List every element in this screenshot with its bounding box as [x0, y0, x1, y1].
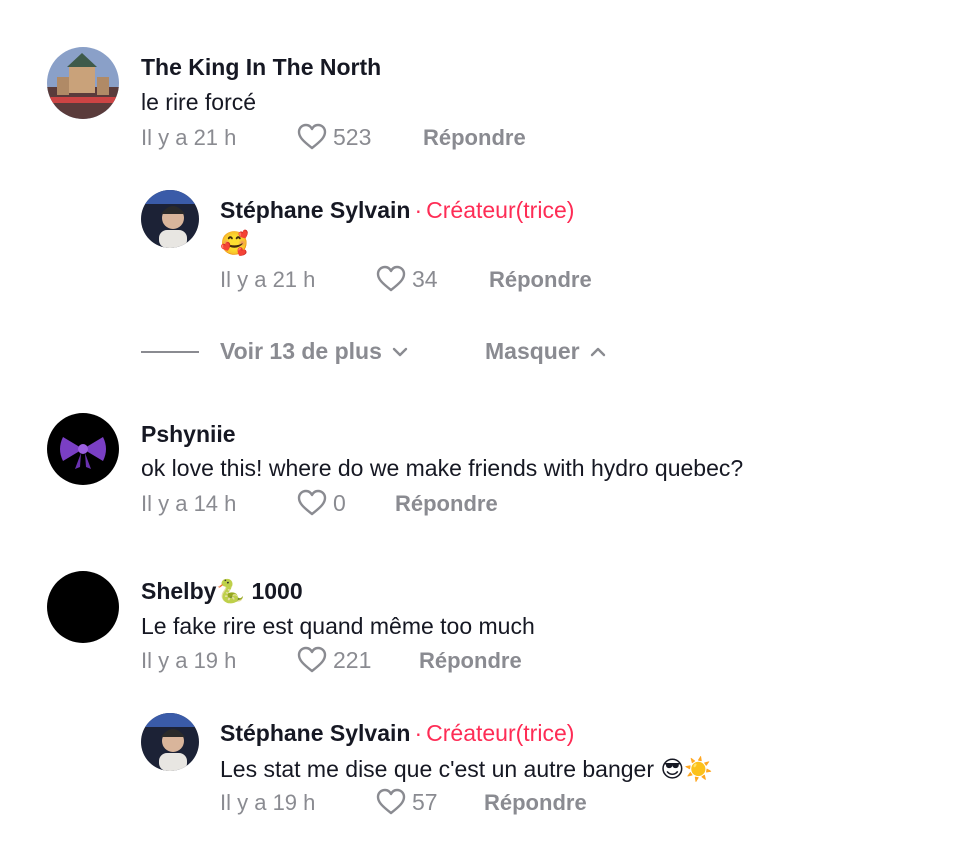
like-button[interactable]: 0	[297, 489, 346, 517]
hide-replies-button[interactable]: Masquer	[485, 338, 606, 365]
reply-button[interactable]: Répondre	[419, 648, 522, 674]
creator-badge: Créateur(trice)	[426, 720, 575, 746]
like-button[interactable]: 523	[297, 123, 371, 151]
avatar[interactable]	[47, 413, 119, 485]
thread-divider	[141, 351, 199, 353]
separator-dot: ·	[414, 720, 423, 746]
like-count: 221	[333, 646, 372, 673]
comment-username[interactable]: Stéphane Sylvain · Créateur(trice)	[220, 197, 574, 224]
comment-time: Il y a 21 h	[141, 125, 237, 150]
comment-username[interactable]: The King In The North	[141, 54, 381, 81]
heart-icon	[376, 788, 406, 815]
hide-label: Masquer	[485, 338, 580, 364]
like-count: 0	[333, 489, 346, 516]
comment-text: 🥰	[220, 230, 249, 256]
like-button[interactable]: 57	[376, 788, 438, 816]
comment-text: Le fake rire est quand même too much	[141, 613, 535, 639]
comment-time: Il y a 14 h	[141, 491, 237, 516]
like-count: 34	[412, 265, 438, 292]
heart-icon	[297, 123, 327, 150]
comment-username[interactable]: Shelby🐍 1000	[141, 578, 303, 605]
chevron-up-icon	[590, 347, 605, 356]
separator-dot: ·	[414, 197, 423, 223]
creator-name[interactable]: Stéphane Sylvain	[220, 720, 410, 746]
comment-username[interactable]: Stéphane Sylvain · Créateur(trice)	[220, 720, 574, 747]
like-button[interactable]: 34	[376, 265, 438, 293]
comment-time: Il y a 19 h	[141, 648, 237, 673]
heart-icon	[376, 265, 406, 292]
creator-name[interactable]: Stéphane Sylvain	[220, 197, 410, 223]
like-count: 57	[412, 788, 438, 815]
reply-button[interactable]: Répondre	[423, 125, 526, 151]
avatar[interactable]	[141, 713, 199, 771]
comment-text: Les stat me dise que c'est un autre bang…	[220, 756, 713, 782]
like-count: 523	[333, 123, 372, 150]
reply-button[interactable]: Répondre	[395, 491, 498, 517]
comment-text: ok love this! where do we make friends w…	[141, 455, 744, 481]
comment-time: Il y a 21 h	[220, 267, 316, 292]
avatar[interactable]	[47, 47, 119, 119]
heart-icon	[297, 646, 327, 673]
avatar[interactable]	[141, 190, 199, 248]
comment-time: Il y a 19 h	[220, 790, 316, 815]
reply-button[interactable]: Répondre	[484, 790, 587, 816]
view-more-replies-button[interactable]: Voir 13 de plus	[220, 338, 408, 365]
view-more-label: Voir 13 de plus	[220, 338, 382, 364]
avatar[interactable]	[47, 571, 119, 643]
like-button[interactable]: 221	[297, 646, 371, 674]
comment-text: le rire forcé	[141, 89, 257, 115]
creator-badge: Créateur(trice)	[426, 197, 575, 223]
heart-icon	[297, 489, 327, 516]
chevron-down-icon	[392, 347, 408, 356]
comment-username[interactable]: Pshyniie	[141, 421, 236, 448]
reply-button[interactable]: Répondre	[489, 267, 592, 293]
